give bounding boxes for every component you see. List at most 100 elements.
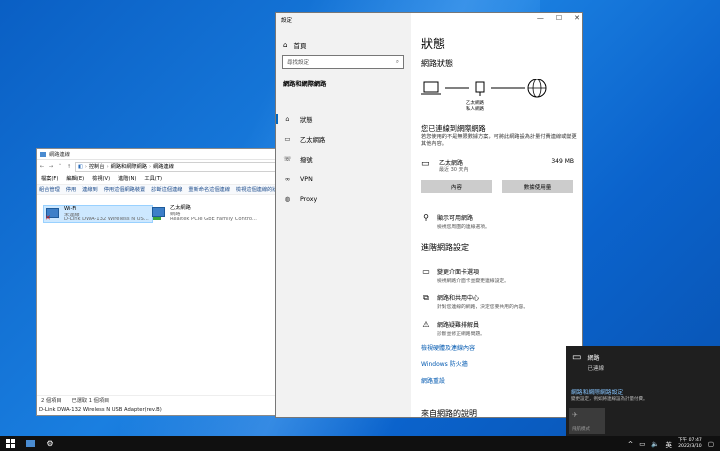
page-title: 狀態: [421, 37, 446, 51]
antenna-icon: ⚲: [423, 213, 429, 222]
recent-dropdown-icon[interactable]: ˅: [57, 164, 63, 170]
menu-edit[interactable]: 編輯(E): [66, 175, 84, 182]
data-usage-button[interactable]: 數據使用量: [502, 180, 573, 193]
network-status-heading: 網路狀態: [421, 59, 453, 68]
home-icon: ⌂: [285, 115, 290, 123]
data-usage-value: 349 MB: [551, 158, 574, 165]
command-bar: 組合管理 停用 連線到 停用這個網路裝置 診斷這個連線 重新命名這個連線 檢視這…: [37, 184, 283, 195]
breadcrumb-item[interactable]: 網路連線: [153, 163, 174, 170]
device-details: D-Link DWA-132 Wireless N USB Adapter(re…: [37, 405, 283, 415]
firewall-link[interactable]: Windows 防火牆: [421, 359, 468, 368]
ime-indicator[interactable]: 英: [665, 439, 672, 449]
properties-button[interactable]: 內容: [421, 180, 492, 193]
explorer-title: 網路連線: [49, 151, 70, 158]
disable-device-button[interactable]: 停用這個網路裝置: [104, 186, 146, 193]
monitor-icon: ▭: [572, 352, 582, 363]
network-name: 網路: [587, 355, 600, 362]
organize-button[interactable]: 組合管理: [39, 186, 60, 193]
sidebar-item-ethernet[interactable]: ▭ 乙太網路: [276, 130, 411, 148]
network-reset-link[interactable]: 網路重設: [421, 376, 445, 385]
gear-icon: ⚙: [46, 439, 54, 448]
menu-bar: 檔案(F) 編輯(E) 檢視(V) 進階(N) 工具(T): [37, 173, 283, 184]
network-diagram: [421, 79, 547, 98]
sidebar-item-vpn[interactable]: ∞ VPN: [276, 170, 411, 188]
control-panel-icon: ◧: [78, 163, 83, 170]
menu-file[interactable]: 檔案(F): [41, 175, 58, 182]
search-icon: ⌕: [395, 58, 399, 65]
web-help-heading: 來自網路的說明: [421, 409, 477, 418]
clock[interactable]: 下午 07:47 2022/3/10: [678, 438, 702, 449]
network-tray-icon[interactable]: ▭: [639, 440, 645, 448]
system-tray: ^ ▭ 🔈 英 下午 07:47 2022/3/10 ▢: [628, 436, 720, 451]
home-link[interactable]: ⌂ 首頁: [283, 40, 306, 50]
sharing-icon: ⧉: [423, 293, 429, 302]
airplane-mode-toggle[interactable]: ✈ 飛航模式: [569, 408, 605, 434]
diagram-label-profile: 私人網路: [466, 107, 484, 112]
maximize-icon[interactable]: ☐: [556, 14, 562, 22]
network-settings-link[interactable]: 網路和網際網路設定: [571, 387, 623, 396]
breadcrumb-item[interactable]: 控制台: [89, 163, 105, 170]
item-count: 2 個項目: [41, 398, 62, 404]
network-troubleshooter[interactable]: ⚠ 網路疑難排解員 診斷並修正網路問題。: [421, 320, 485, 337]
back-arrow-icon[interactable]: ←: [39, 164, 45, 170]
airplane-mode-label: 飛航模式: [572, 427, 590, 432]
taskbar: ⚙ ^ ▭ 🔈 英 下午 07:47 2022/3/10 ▢: [0, 436, 720, 451]
connections-list: ✕ Wi-Fi 未連線 D-Link DWA-132 Wireless N US…: [37, 195, 283, 381]
advanced-item-desc: 檢視網路介面卡並變更連線設定。: [437, 279, 509, 284]
hardware-properties-link[interactable]: 檢視硬體及連線內容: [421, 343, 475, 352]
taskbar-network-connections-button[interactable]: [20, 436, 40, 451]
airplane-icon: ✈: [572, 411, 578, 419]
settings-search-input[interactable]: 尋找設定 ⌕: [282, 55, 404, 69]
diagram-label: 乙太網路 私人網路: [466, 101, 484, 113]
sidebar-item-label: VPN: [300, 175, 313, 183]
advanced-heading: 進階網路設定: [421, 243, 469, 252]
diagnose-button[interactable]: 診斷這個連線: [151, 186, 182, 193]
taskbar-settings-button[interactable]: ⚙: [40, 436, 60, 451]
notification-icon[interactable]: ▢: [708, 440, 714, 448]
connected-heading: 您已連線到網際網路: [421, 124, 486, 133]
connect-to-button[interactable]: 連線到: [82, 186, 98, 193]
start-button[interactable]: [0, 436, 20, 451]
menu-tools[interactable]: 工具(T): [144, 175, 162, 182]
connection-device: D-Link DWA-132 Wireless N US...: [64, 216, 149, 221]
close-icon[interactable]: ✕: [574, 14, 580, 22]
home-label: 首頁: [293, 42, 307, 50]
advanced-item-title: 網路和共用中心: [437, 295, 480, 302]
breadcrumb[interactable]: ◧ › 控制台 › 網路和網際網路 › 網路連線: [75, 161, 281, 172]
advanced-item-title: 網路疑難排解員: [437, 322, 480, 329]
network-connections-window: 網路連線 ← → ˅ ↑ ◧ › 控制台 › 網路和網際網路 › 網路連線 檔案…: [36, 148, 284, 416]
breadcrumb-item[interactable]: 網路和網際網路: [111, 163, 147, 170]
minimize-icon[interactable]: —: [537, 14, 544, 22]
list-item-wifi[interactable]: ✕ Wi-Fi 未連線 D-Link DWA-132 Wireless N US…: [43, 205, 153, 223]
ethernet-adapter-icon: [151, 206, 167, 220]
network-entry[interactable]: ▭ 網路 已連線: [572, 352, 604, 373]
sidebar-item-label: 撥號: [300, 156, 313, 164]
monitor-icon: ▭: [421, 159, 430, 169]
menu-view[interactable]: 檢視(V): [92, 175, 110, 182]
selected-count: 已選取 1 個項目: [71, 398, 110, 404]
network-sharing-center[interactable]: ⧉ 網路和共用中心 針對您連線的網路，決定您要共用的內容。: [421, 293, 528, 310]
sidebar-item-dialup[interactable]: ☏ 撥號: [276, 150, 411, 168]
menu-advanced[interactable]: 進階(N): [118, 175, 136, 182]
network-connections-icon: [25, 440, 35, 447]
show-available-networks[interactable]: ⚲ 顯示可用網路 檢視您周圍的連線選項。: [421, 213, 490, 230]
vpn-icon: ∞: [284, 175, 291, 183]
network-settings-desc: 變更設定，例如將連線設為計量付費。: [571, 397, 648, 402]
address-bar: ← → ˅ ↑ ◧ › 控制台 › 網路和網際網路 › 網路連線: [37, 159, 283, 173]
settings-titlebar: 設定 — ☐ ✕: [276, 13, 582, 27]
rename-button[interactable]: 重新命名這個連線: [188, 186, 230, 193]
sidebar-item-status[interactable]: ⌂ 狀態: [276, 110, 411, 128]
change-adapter-options[interactable]: ▭ 變更介面卡選項 檢視網路介面卡並變更連線設定。: [421, 267, 509, 284]
sidebar-item-label: Proxy: [300, 195, 318, 203]
chevron-up-icon[interactable]: ^: [628, 440, 633, 448]
sidebar-item-proxy[interactable]: ◍ Proxy: [276, 190, 411, 208]
list-item-ethernet[interactable]: 乙太網路 網路 Realtek PCIe GbE Family Contro..…: [150, 205, 260, 223]
connection-summary: ▭ 乙太網路 最近 30 天內 349 MB: [421, 158, 576, 176]
globe-icon: ◍: [284, 195, 291, 203]
computer-icon: [421, 81, 441, 95]
volume-icon[interactable]: 🔈: [651, 440, 659, 448]
forward-arrow-icon[interactable]: →: [48, 164, 54, 170]
up-arrow-icon[interactable]: ↑: [66, 164, 72, 170]
disable-button[interactable]: 停用: [66, 186, 76, 193]
advanced-item-title: 變更介面卡選項: [437, 269, 480, 276]
